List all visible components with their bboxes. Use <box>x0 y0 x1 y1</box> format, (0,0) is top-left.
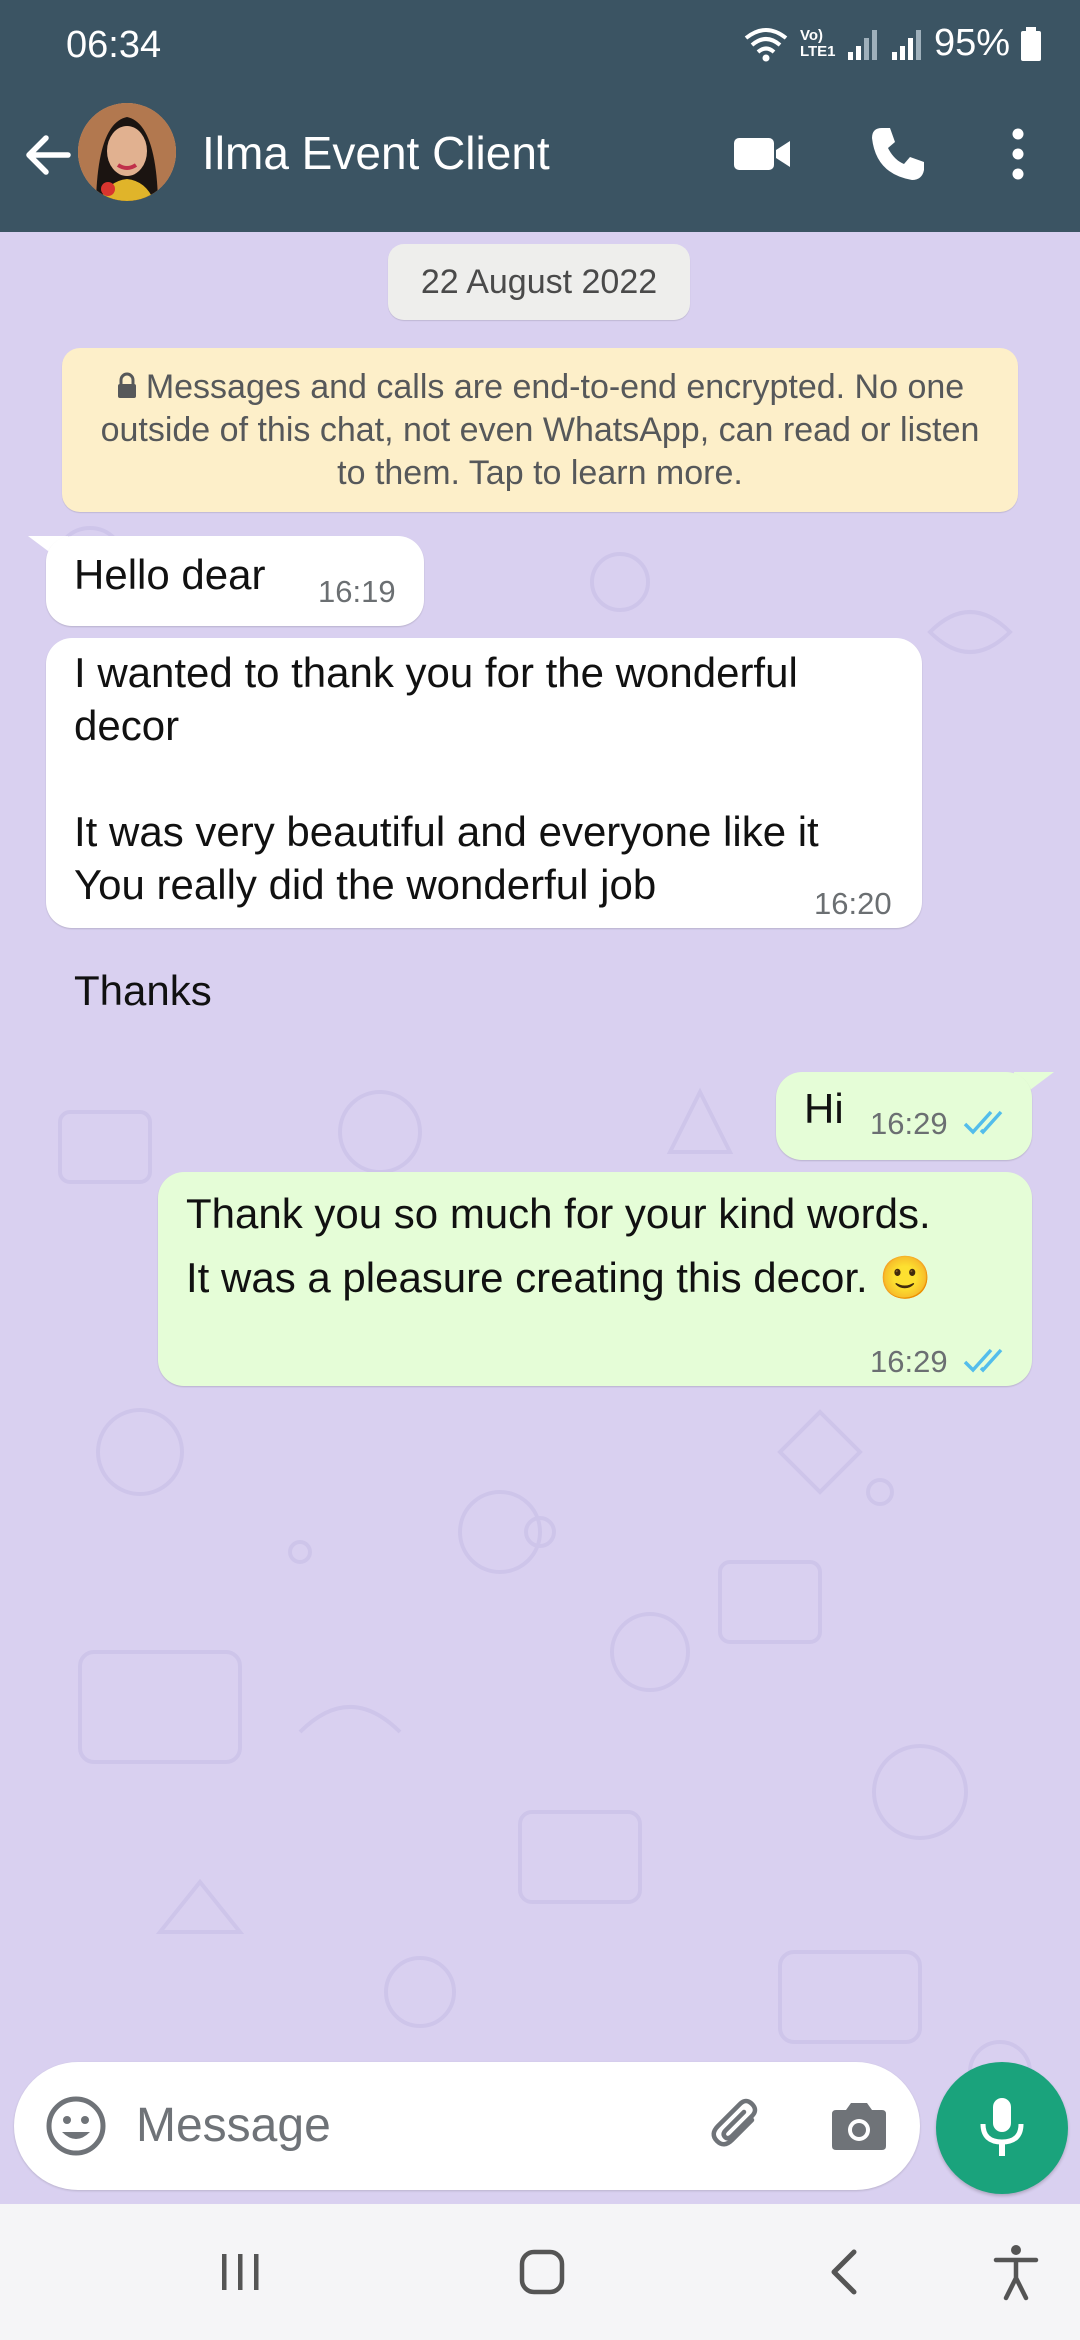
back-nav-icon[interactable] <box>814 2240 878 2304</box>
emoji-icon[interactable] <box>42 2092 110 2160</box>
top-bar: 06:34 Vo) LTE1 95% Ilma Event Client <box>0 0 1080 232</box>
chat-area[interactable]: 22 August 2022 Messages and calls are en… <box>0 232 1080 2206</box>
signal-1-icon <box>847 29 877 60</box>
accessibility-icon[interactable] <box>984 2240 1048 2304</box>
message-time: 16:29 <box>870 1106 948 1141</box>
read-ticks-icon <box>963 1110 1003 1135</box>
network-label: Vo) LTE1 <box>799 26 836 60</box>
encryption-notice[interactable]: Messages and calls are end-to-end encryp… <box>62 348 1018 512</box>
status-time: 06:34 <box>66 24 162 66</box>
status-icons: Vo) LTE1 95% <box>742 22 1042 65</box>
system-nav-bar <box>0 2204 1080 2340</box>
message-text: Thank you so much for your kind words. I… <box>186 1190 932 1301</box>
battery-icon <box>1021 26 1041 61</box>
message-time: 16:29 <box>870 1344 948 1379</box>
message-input[interactable]: Message <box>136 2098 331 2153</box>
message-time: 16:20 <box>814 886 892 921</box>
status-bar: 06:34 Vo) LTE1 95% <box>0 0 1080 94</box>
message-composer[interactable]: Message <box>14 2062 920 2190</box>
phone-icon[interactable] <box>866 122 930 186</box>
back-arrow-icon[interactable] <box>20 127 76 183</box>
home-icon[interactable] <box>510 2240 574 2304</box>
outgoing-message[interactable]: Thank you so much for your kind words. I… <box>158 1172 1032 1386</box>
incoming-message[interactable]: I wanted to thank you for the wonderful … <box>46 638 922 1014</box>
wifi-icon <box>744 27 788 61</box>
attach-icon[interactable] <box>704 2094 770 2160</box>
outgoing-message[interactable]: Hi 16:29 <box>776 1072 1032 1160</box>
incoming-message[interactable]: Hello dear 16:19 <box>46 536 424 626</box>
message-text: I wanted to thank you for the wonderful … <box>74 649 819 1014</box>
contact-name[interactable]: Ilma Event Client <box>202 126 550 180</box>
battery-percent: 95% <box>933 22 1010 64</box>
chat-header: Ilma Event Client <box>0 94 1080 232</box>
message-time: 16:19 <box>318 574 396 609</box>
video-call-icon[interactable] <box>730 122 794 186</box>
mic-icon <box>980 2098 1024 2156</box>
avatar[interactable] <box>78 103 176 201</box>
lock-icon <box>117 372 136 398</box>
signal-2-icon <box>891 29 921 60</box>
date-chip: 22 August 2022 <box>388 244 690 320</box>
more-options-icon[interactable] <box>986 122 1050 186</box>
message-text: Hi <box>804 1085 844 1132</box>
recent-apps-icon[interactable] <box>208 2240 272 2304</box>
read-ticks-icon <box>963 1348 1003 1373</box>
mic-button[interactable] <box>936 2062 1068 2194</box>
encryption-text: Messages and calls are end-to-end encryp… <box>100 368 980 492</box>
camera-icon[interactable] <box>826 2094 892 2160</box>
message-text: Hello dear <box>74 551 266 598</box>
